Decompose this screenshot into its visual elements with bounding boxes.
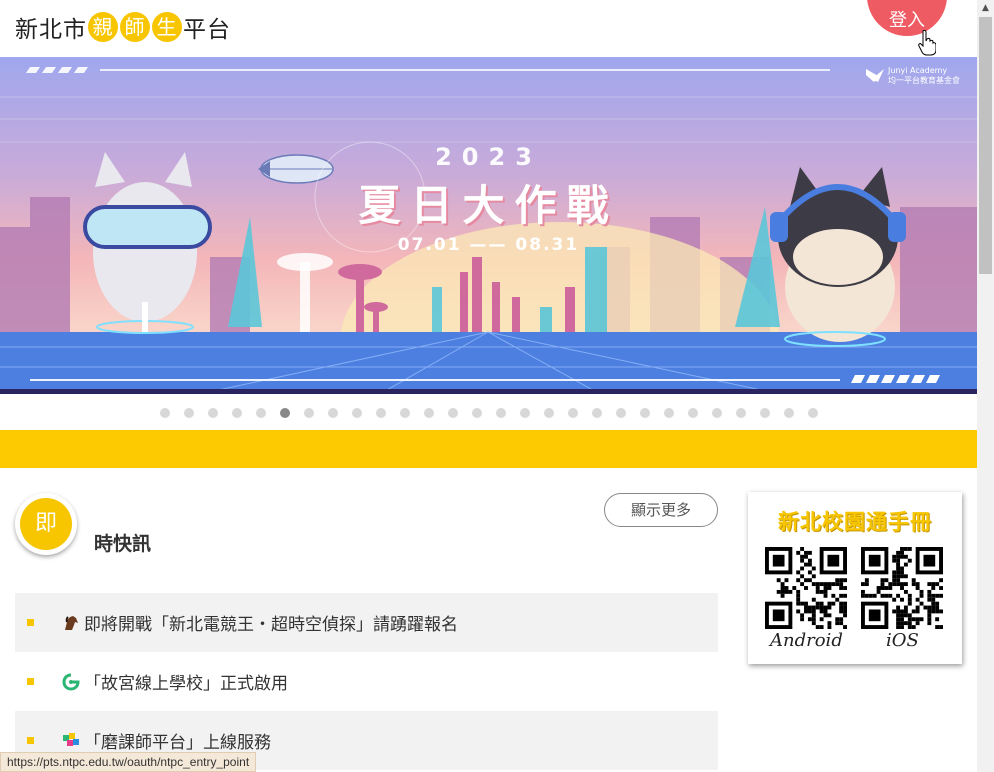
banner-year: 2023 bbox=[435, 143, 542, 171]
ios-qr-code[interactable] bbox=[861, 547, 943, 629]
status-bar-url: https://pts.ntpc.edu.tw/oauth/ntpc_entry… bbox=[0, 752, 257, 772]
campus-handbook-card[interactable]: 新北校園通手冊 Android iOS bbox=[748, 492, 962, 664]
carousel-dot[interactable] bbox=[496, 408, 506, 418]
news-section-title: 時快訊 bbox=[94, 533, 152, 555]
news-badge-icon: 即 bbox=[15, 493, 77, 555]
android-qr-code[interactable] bbox=[765, 547, 847, 629]
scroll-up-arrow-icon[interactable]: ▲ bbox=[977, 0, 994, 17]
hero-banner[interactable]: 2023 夏日大作戰 07.01 —— 08.31 Junyi Academy … bbox=[0, 57, 977, 394]
hand-cursor-icon bbox=[918, 30, 936, 56]
carousel-dot[interactable] bbox=[760, 408, 770, 418]
carousel-dot[interactable] bbox=[544, 408, 554, 418]
carousel-dot[interactable] bbox=[328, 408, 338, 418]
logo-suffix: 平台 bbox=[183, 17, 231, 43]
logo-circle-1: 親 bbox=[88, 12, 118, 42]
carousel-dot[interactable] bbox=[616, 408, 626, 418]
carousel-dot[interactable] bbox=[160, 408, 170, 418]
bullet-icon bbox=[27, 737, 34, 744]
carousel-dots bbox=[160, 408, 832, 418]
carousel-dot[interactable] bbox=[280, 408, 290, 418]
carousel-dot[interactable] bbox=[688, 408, 698, 418]
carousel-dot[interactable] bbox=[640, 408, 650, 418]
banner-title: 夏日大作戰 bbox=[358, 181, 619, 230]
banner-brand-en: Junyi Academy bbox=[888, 66, 948, 75]
logo-circle-2: 師 bbox=[120, 12, 150, 42]
banner-date-range: 07.01 —— 08.31 bbox=[397, 235, 580, 255]
scroll-thumb[interactable] bbox=[979, 17, 992, 274]
bullet-icon bbox=[27, 678, 34, 685]
carousel-dot[interactable] bbox=[424, 408, 434, 418]
news-item[interactable]: 「故宮線上學校」正式啟用 bbox=[15, 652, 718, 711]
carousel-dot[interactable] bbox=[568, 408, 578, 418]
news-item[interactable]: 即將開戰「新北電競王・超時空偵探」請踴躍報名 bbox=[15, 593, 718, 652]
carousel-dot[interactable] bbox=[304, 408, 314, 418]
logo-circle-3: 生 bbox=[152, 12, 182, 42]
carousel-dot[interactable] bbox=[448, 408, 458, 418]
carousel-dot[interactable] bbox=[520, 408, 530, 418]
carousel-dot[interactable] bbox=[592, 408, 602, 418]
vertical-scrollbar[interactable]: ▲ bbox=[977, 0, 994, 772]
banner-brand: Junyi Academy 均一平台教育基金會 bbox=[888, 66, 960, 86]
carousel-dot[interactable] bbox=[352, 408, 362, 418]
carousel-dot[interactable] bbox=[472, 408, 482, 418]
carousel-dot[interactable] bbox=[784, 408, 794, 418]
carousel-dot[interactable] bbox=[232, 408, 242, 418]
qr-card-title: 新北校園通手冊 bbox=[778, 510, 932, 534]
carousel-dot[interactable] bbox=[808, 408, 818, 418]
carousel-dot[interactable] bbox=[376, 408, 386, 418]
carousel-dot[interactable] bbox=[712, 408, 722, 418]
site-logo[interactable]: 新北市 親 師 生 平台 bbox=[15, 10, 231, 44]
yellow-divider-bar bbox=[0, 430, 977, 468]
carousel-dot[interactable] bbox=[400, 408, 410, 418]
leaf-logo-icon bbox=[62, 673, 80, 691]
carousel-dot[interactable] bbox=[736, 408, 746, 418]
colorful-logo-icon bbox=[63, 732, 79, 746]
news-item-text: 「磨課師平台」上線服務 bbox=[84, 733, 271, 753]
carousel-dot[interactable] bbox=[664, 408, 674, 418]
ios-label: iOS bbox=[886, 630, 919, 651]
logo-prefix: 新北市 bbox=[15, 17, 87, 43]
horse-icon bbox=[65, 615, 78, 630]
android-label: Android bbox=[770, 630, 843, 651]
banner-brand-zh: 均一平台教育基金會 bbox=[888, 76, 960, 85]
site-header: 新北市 親 師 生 平台 bbox=[0, 0, 977, 57]
carousel-dot[interactable] bbox=[208, 408, 218, 418]
news-item-text: 「故宮線上學校」正式啟用 bbox=[84, 674, 288, 694]
news-badge-char: 即 bbox=[20, 498, 72, 550]
show-more-button[interactable]: 顯示更多 bbox=[604, 493, 718, 527]
carousel-dot[interactable] bbox=[184, 408, 194, 418]
news-item-text: 即將開戰「新北電競王・超時空偵探」請踴躍報名 bbox=[84, 615, 458, 635]
bullet-icon bbox=[27, 619, 34, 626]
carousel-dot[interactable] bbox=[256, 408, 266, 418]
